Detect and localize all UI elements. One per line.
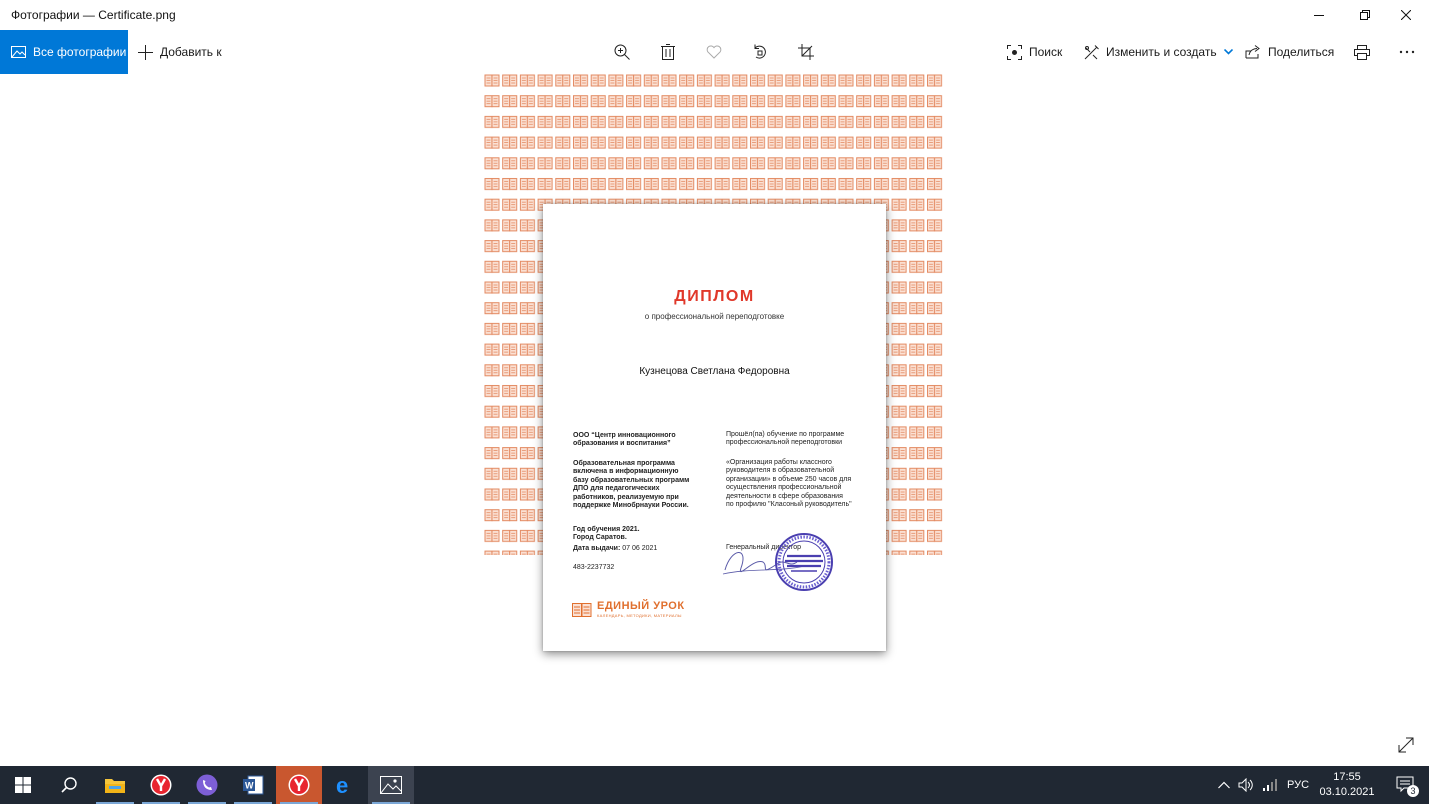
all-photos-button[interactable]: Все фотографии (0, 30, 128, 74)
minimize-button[interactable] (1296, 0, 1342, 30)
visual-search-icon (1007, 44, 1022, 60)
zoom-button[interactable] (604, 30, 640, 74)
system-tray: РУС (1218, 766, 1309, 804)
clock-date: 03.10.2021 (1319, 786, 1375, 798)
close-button[interactable] (1383, 0, 1429, 30)
word-icon: W (243, 775, 264, 795)
delete-button[interactable] (650, 30, 686, 74)
crop-icon (798, 44, 814, 60)
viber-icon (196, 774, 218, 796)
restore-icon (1360, 10, 1370, 20)
taskbar-photos[interactable] (368, 766, 414, 804)
network-signal-icon[interactable] (1263, 779, 1277, 791)
print-button[interactable] (1344, 30, 1380, 74)
share-button[interactable]: Поделиться (1245, 30, 1334, 74)
edge-icon: e (336, 774, 348, 796)
favorite-button[interactable] (696, 30, 732, 74)
start-button[interactable] (0, 766, 46, 804)
issue-date: 07 06 2021 (622, 545, 658, 552)
notifications-button[interactable]: 3 (1383, 766, 1429, 804)
rotate-icon (754, 44, 766, 59)
language-indicator[interactable]: РУС (1287, 779, 1309, 791)
issue-date-label: Дата выдачи: (573, 545, 621, 552)
minimize-icon (1314, 15, 1324, 16)
search-button[interactable]: Поиск (1007, 30, 1062, 74)
recipient-name: Кузнецова Светлана Федоровна (639, 366, 790, 377)
folder-icon (105, 779, 125, 793)
organization-name: ООО “Центр инновационного образования и … (573, 432, 676, 448)
share-icon (1245, 45, 1261, 59)
clock-time: 17:55 (1333, 771, 1361, 783)
plus-icon (138, 44, 153, 60)
taskbar-yandex-active[interactable] (276, 766, 322, 804)
taskbar-yandex-browser[interactable] (138, 766, 184, 804)
trash-icon (661, 44, 675, 60)
add-to-button[interactable]: Добавить к (138, 30, 222, 74)
program-note: Образовательная программа включена в инф… (573, 460, 690, 510)
taskbar-word[interactable]: W (230, 766, 276, 804)
taskbar-viber[interactable] (184, 766, 230, 804)
printer-icon (1354, 44, 1370, 60)
certificate-title: ДИПЛОМ (674, 288, 755, 305)
book-logo-icon (572, 602, 592, 617)
certificate-subtitle: о профессиональной переподготовке (644, 312, 785, 321)
year-city: Год обучения 2021. Город Саратов. (573, 526, 640, 542)
windows-logo-icon (15, 777, 31, 793)
edit-create-button[interactable]: Изменить и создать (1084, 30, 1233, 74)
taskbar-edge[interactable]: e (322, 766, 368, 804)
svg-text:e: e (336, 774, 348, 796)
photo-icon (11, 46, 26, 58)
yandex-icon (288, 774, 310, 796)
expand-icon (1398, 737, 1414, 753)
more-button[interactable] (1389, 30, 1425, 74)
logo-main-text: ЕДИНЫЙ УРОК (597, 600, 685, 612)
completed-text: Прошёл(па) обучение по программе професс… (726, 431, 845, 447)
certificate-number: 483-2237732 (573, 564, 615, 571)
volume-icon[interactable] (1238, 778, 1254, 792)
title-bar: Фотографии — Certificate.png (0, 0, 1429, 30)
search-icon (61, 777, 77, 793)
share-label: Поделиться (1268, 45, 1335, 59)
program-text: «Организация работы классного руководите… (726, 459, 852, 509)
logo-sub-text: КАЛЕНДАРЬ, МЕТОДИКИ, МАТЕРИАЛЫ (597, 613, 682, 618)
close-icon (1401, 10, 1411, 20)
issue-date-line: Дата выдачи: 07 06 2021 (573, 545, 723, 553)
heart-icon (706, 45, 722, 59)
restore-button[interactable] (1342, 0, 1388, 30)
edit-create-icon (1084, 44, 1099, 60)
all-photos-label: Все фотографии (33, 45, 127, 59)
rotate-button[interactable] (742, 30, 778, 74)
notification-count-badge: 3 (1407, 785, 1419, 797)
add-to-label: Добавить к (160, 45, 222, 59)
zoom-in-icon (614, 44, 630, 60)
edit-create-label: Изменить и создать (1106, 45, 1217, 59)
taskbar-search-button[interactable] (46, 766, 92, 804)
search-label: Поиск (1029, 45, 1063, 59)
photos-app-icon (380, 776, 402, 794)
taskbar-file-explorer[interactable] (92, 766, 138, 804)
toolbar: Все фотографии Добавить к Поиск Изменить… (0, 30, 1429, 74)
crop-button[interactable] (788, 30, 824, 74)
chevron-down-icon (1223, 49, 1233, 55)
clock[interactable]: 17:55 03.10.2021 (1312, 770, 1382, 800)
edinyi-urok-logo: ЕДИНЫЙ УРОК КАЛЕНДАРЬ, МЕТОДИКИ, МАТЕРИА… (572, 601, 685, 618)
yandex-browser-icon (150, 774, 172, 796)
signature-stamp (722, 533, 833, 591)
more-dots-icon (1399, 50, 1415, 54)
certificate-document: ДИПЛОМ о профессиональной переподготовке… (543, 204, 886, 651)
window-title: Фотографии — Certificate.png (11, 8, 176, 22)
fullscreen-button[interactable] (1396, 735, 1416, 755)
taskbar: W e РУС 17:55 03.10.2021 3 (0, 766, 1429, 804)
chevron-up-icon[interactable] (1218, 781, 1230, 789)
svg-text:W: W (245, 781, 254, 791)
